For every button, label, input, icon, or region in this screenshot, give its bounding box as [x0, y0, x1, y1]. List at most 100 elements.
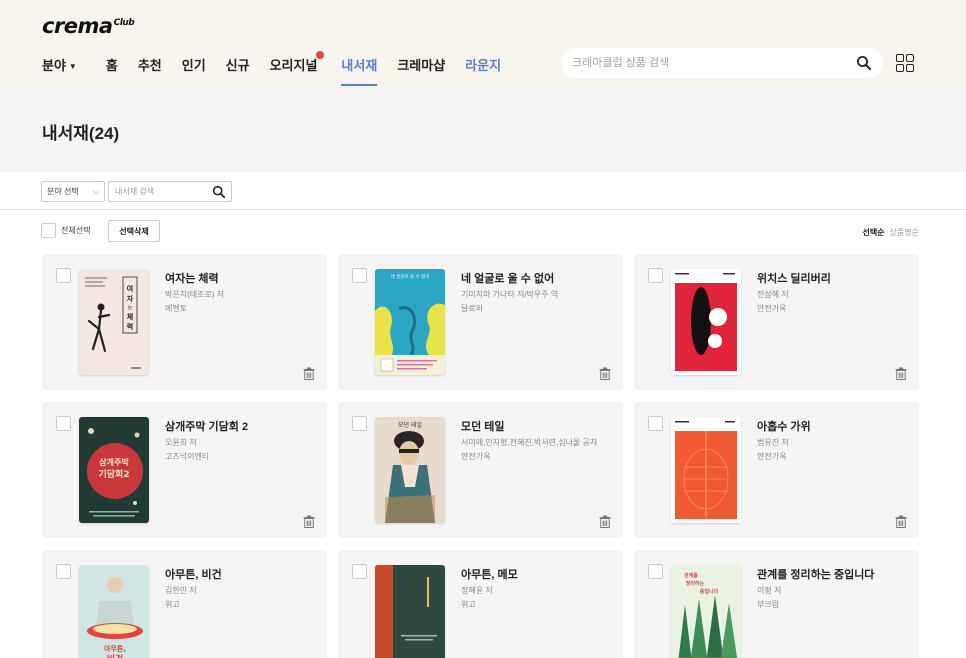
select-all-checkbox[interactable] [41, 223, 56, 238]
book-checkbox[interactable] [352, 268, 367, 283]
book-author: 정혜윤 저 [461, 586, 493, 595]
global-search-input[interactable] [572, 54, 842, 72]
trash-icon[interactable] [599, 367, 611, 380]
cover-text: 모던 테일 [398, 421, 422, 429]
trash-icon[interactable] [895, 367, 907, 380]
book-title[interactable]: 모던 테일 [461, 418, 505, 434]
nav-field-dropdown[interactable]: 분야 ▼ [42, 55, 77, 74]
book-checkbox[interactable] [352, 564, 367, 579]
filter-bar: 분야 선택 ⌵ [0, 172, 966, 210]
new-badge-dot [316, 50, 325, 59]
svg-text:체: 체 [127, 312, 133, 321]
select-all-label: 전체선택 [61, 226, 91, 235]
svg-text:관계를: 관계를 [684, 572, 698, 579]
nav-original[interactable]: 오리지널 [269, 50, 325, 74]
trash-icon[interactable] [599, 515, 611, 528]
chevron-down-icon: ⌵ [92, 187, 99, 196]
delete-selected-button[interactable]: 선택삭제 [108, 220, 160, 242]
book-title[interactable]: 네 얼굴로 울 수 없어 [461, 270, 554, 286]
sort-selected-order[interactable]: 선택순 [862, 228, 884, 237]
book-author: 김한민 저 [165, 586, 197, 595]
book-cover[interactable]: 여 자 는 체 력 [79, 269, 149, 375]
book-card[interactable]: 네 얼굴로 울 수 없어 네 얼굴로 울 수 없어 기미지마 가나타 저/박우주… [338, 254, 623, 390]
book-cover[interactable]: 네 얼굴로 울 수 없어 [375, 269, 445, 375]
book-cover[interactable]: 삼개주막 기담회2 [79, 417, 149, 523]
book-cover[interactable]: 아무튼, 비건 [79, 565, 149, 658]
book-checkbox[interactable] [56, 564, 71, 579]
top-header: cremaClub 분야 ▼ 홈 추천 인기 신규 오리지널 내서재 크레마샵 라… [0, 0, 966, 86]
nav-lounge[interactable]: 라운지 [465, 55, 501, 74]
title-band: 내서재(24) [0, 86, 966, 172]
nav-home[interactable]: 홈 [106, 55, 118, 74]
book-cover[interactable] [671, 269, 741, 375]
cover-text: 네 얼굴로 울 수 없어 [391, 273, 430, 280]
logo-text: crema [42, 14, 113, 38]
field-select-label: 분야 선택 [47, 187, 79, 196]
book-card[interactable]: 아무튼, 메모 정혜윤 저 위고 [338, 550, 623, 658]
book-title[interactable]: 위치스 딜리버리 [757, 270, 831, 286]
nav-field-label: 분야 [42, 57, 66, 73]
book-author: 전삼혜 저 [757, 290, 789, 299]
book-author: 범유진 저 [757, 438, 789, 447]
book-publisher: 안전가옥 [461, 452, 491, 461]
trash-icon[interactable] [303, 367, 315, 380]
book-author: 기미지마 가나타 저/박우주 역 [461, 290, 559, 299]
book-title[interactable]: 삼개주막 기담회 2 [165, 418, 248, 434]
book-card[interactable]: 아홉수 가위 범유진 저 안전가옥 [634, 402, 919, 538]
book-checkbox[interactable] [56, 416, 71, 431]
search-icon[interactable] [856, 55, 872, 71]
book-card[interactable]: 관계를 정리하는 중입니다 관계를 정리하는 중입니다 이평 저 부크럼 [634, 550, 919, 658]
book-card[interactable]: 여 자 는 체 력 여자는 체력 박은지(테조로) 저 메멘토 [42, 254, 327, 390]
book-card[interactable]: 위치스 딜리버리 전삼혜 저 안전가옥 [634, 254, 919, 390]
svg-text:는: 는 [128, 305, 133, 311]
library-search-box [108, 181, 232, 202]
book-card[interactable]: 아무튼, 비건 아무튼, 비건 김한민 저 위고 [42, 550, 327, 658]
svg-text:력: 력 [127, 322, 133, 331]
logo-suffix: Club [113, 18, 135, 28]
book-cover[interactable] [671, 417, 741, 523]
page-title: 내서재(24) [42, 124, 120, 143]
nav-library[interactable]: 내서재 [341, 55, 377, 86]
library-search-input[interactable] [115, 185, 205, 198]
book-publisher: 달로와 [461, 304, 484, 313]
book-title[interactable]: 여자는 체력 [165, 270, 219, 286]
caret-down-icon: ▼ [68, 61, 77, 71]
book-checkbox[interactable] [648, 268, 663, 283]
book-title[interactable]: 아무튼, 비건 [165, 566, 222, 582]
book-author: 이평 저 [757, 586, 782, 595]
book-checkbox[interactable] [352, 416, 367, 431]
book-cover[interactable] [375, 565, 445, 658]
app-grid-icon[interactable] [896, 54, 914, 72]
svg-text:중입니다: 중입니다 [700, 588, 719, 595]
global-search-box [561, 48, 883, 78]
svg-text:아무튼,: 아무튼, [104, 644, 126, 653]
trash-icon[interactable] [303, 515, 315, 528]
book-publisher: 안전가옥 [757, 452, 787, 461]
nav-original-label: 오리지널 [269, 57, 318, 73]
book-cover[interactable]: 모던 테일 [375, 417, 445, 523]
book-card[interactable]: 삼개주막 기담회2 삼개주막 기담회 2 오윤희 저 고즈넉이엔티 [42, 402, 327, 538]
nav-cremashop[interactable]: 크레마샵 [397, 55, 445, 74]
book-publisher: 위고 [165, 600, 180, 609]
book-cover[interactable]: 관계를 정리하는 중입니다 [671, 565, 741, 658]
sort-by-name[interactable]: 상품명순 [890, 228, 919, 237]
search-icon[interactable] [212, 185, 226, 199]
crema-club-logo[interactable]: cremaClub [42, 14, 135, 38]
book-publisher: 고즈넉이엔티 [165, 452, 210, 461]
book-card[interactable]: 모던 테일 모던 테일 서미애,민지형,전혜진,박서련,심너울 공저 안전가옥 [338, 402, 623, 538]
svg-text:정리하는: 정리하는 [686, 580, 705, 587]
book-publisher: 메멘토 [165, 304, 188, 313]
select-all[interactable]: 전체선택 [41, 223, 90, 238]
book-title[interactable]: 아무튼, 메모 [461, 566, 518, 582]
book-checkbox[interactable] [56, 268, 71, 283]
nav-popular[interactable]: 인기 [182, 55, 206, 74]
book-checkbox[interactable] [648, 564, 663, 579]
book-checkbox[interactable] [648, 416, 663, 431]
field-select[interactable]: 분야 선택 ⌵ [41, 181, 105, 202]
book-title[interactable]: 관계를 정리하는 중입니다 [757, 566, 874, 582]
book-title[interactable]: 아홉수 가위 [757, 418, 811, 434]
nav-recommend[interactable]: 추천 [138, 55, 162, 74]
nav-new[interactable]: 신규 [226, 55, 250, 74]
book-publisher: 부크럼 [757, 600, 780, 609]
trash-icon[interactable] [895, 515, 907, 528]
